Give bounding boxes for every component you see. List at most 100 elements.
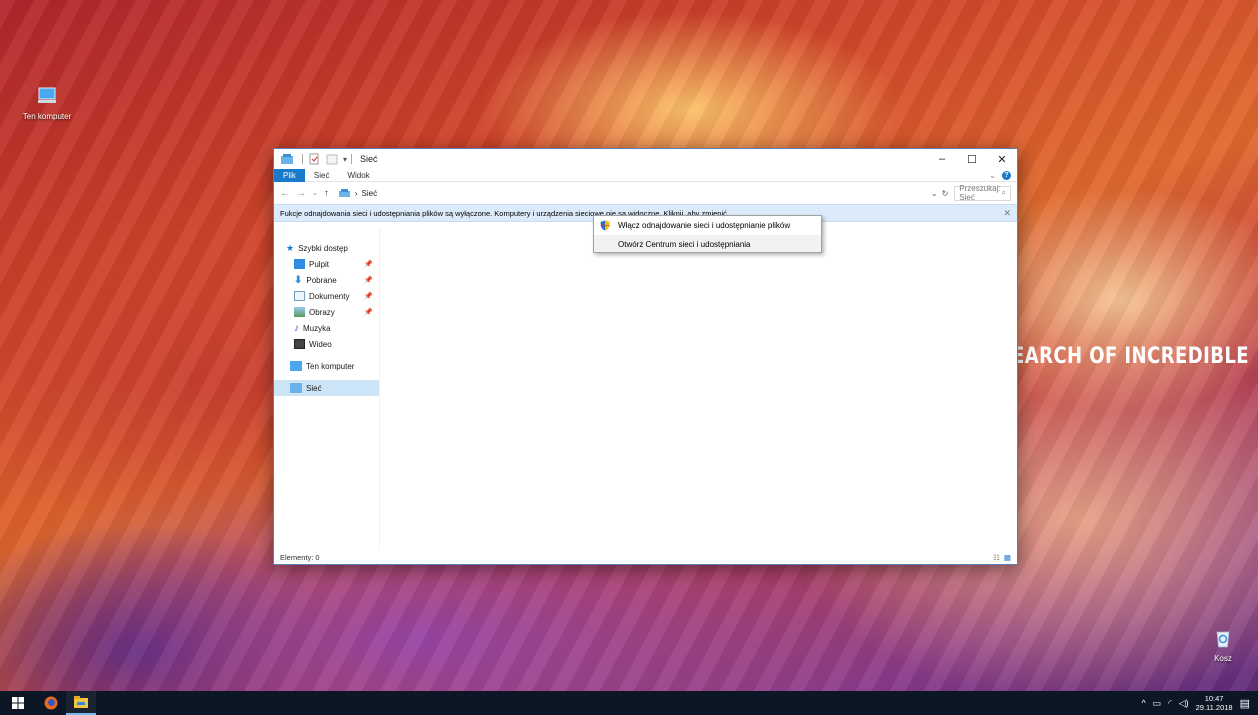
star-icon: ★: [286, 242, 295, 253]
back-button[interactable]: ←: [280, 188, 290, 199]
separator: [351, 154, 353, 164]
expand-ribbon-icon[interactable]: ⌄: [989, 171, 996, 180]
breadcrumb-separator: ›: [354, 188, 358, 198]
item-count: Elementy: 0: [280, 552, 320, 562]
pin-icon: 📌: [364, 277, 373, 284]
nav-label: Szybki dostęp: [298, 243, 348, 253]
documents-icon: [294, 291, 305, 301]
help-icon[interactable]: ?: [1002, 170, 1011, 180]
close-infobar-icon[interactable]: ✕: [1003, 208, 1011, 219]
network-icon: [290, 383, 302, 393]
nav-quick-access[interactable]: ★ Szybki dostęp: [274, 240, 379, 256]
desktop-icon-label: Kosz: [1214, 654, 1232, 663]
separator: [302, 154, 303, 164]
show-hidden-icons[interactable]: ^: [1141, 698, 1145, 708]
nav-label: Muzyka: [303, 323, 331, 333]
wallpaper-text: EARCH OF INCREDIBLE: [1012, 344, 1250, 369]
nav-item-desktop[interactable]: Pulpit 📌: [274, 256, 379, 272]
nav-item-videos[interactable]: Wideo: [274, 336, 379, 352]
infobar-context-menu: Włącz odnajdowanie sieci i udostępnianie…: [593, 215, 822, 253]
close-button[interactable]: ✕: [987, 149, 1017, 169]
nav-label: Dokumenty: [309, 291, 350, 301]
window-body: ★ Szybki dostęp Pulpit 📌 ⬇ Pobrane 📌 Dok…: [274, 228, 1017, 550]
taskbar-file-explorer[interactable]: [66, 691, 96, 715]
explorer-window[interactable]: ▾ Sieć – ☐ ✕ Plik Sieć Widok ⌄ ? ← → ⌄ ↑…: [273, 148, 1018, 565]
nav-this-pc[interactable]: Ten komputer: [274, 358, 379, 374]
title-bar[interactable]: ▾ Sieć – ☐ ✕: [274, 149, 1017, 169]
nav-label: Pobrane: [306, 275, 337, 285]
pictures-icon: [294, 307, 305, 317]
computer-icon: [290, 361, 302, 371]
navigation-pane: ★ Szybki dostęp Pulpit 📌 ⬇ Pobrane 📌 Dok…: [274, 228, 380, 550]
volume-icon[interactable]: ◁): [1179, 698, 1189, 709]
file-explorer-icon: [74, 696, 88, 708]
music-note-icon: ♪: [294, 322, 299, 334]
pin-icon: 📌: [364, 261, 373, 268]
video-icon: [294, 339, 305, 349]
tab-network[interactable]: Sieć: [305, 169, 339, 182]
details-view-icon[interactable]: ☷: [993, 553, 1000, 562]
desktop-icon-this-pc[interactable]: Ten komputer: [12, 85, 82, 121]
nav-network[interactable]: Sieć: [274, 380, 379, 396]
tab-file[interactable]: Plik: [274, 168, 305, 182]
network-tray-icon[interactable]: ◜: [1168, 698, 1172, 709]
pin-icon: 📌: [364, 293, 373, 300]
desktop-folder-icon: [294, 259, 305, 269]
status-bar: Elementy: 0 ☷ ▦: [274, 550, 1017, 564]
refresh-icon[interactable]: ↻: [942, 189, 949, 198]
menu-item-open-network-center[interactable]: Otwórz Centrum sieci i udostępniania: [594, 235, 821, 254]
uac-shield-icon: [600, 220, 610, 231]
search-icon: ⌕: [1001, 188, 1006, 197]
recycle-bin-icon: [1216, 631, 1230, 648]
forward-button[interactable]: →: [296, 188, 306, 199]
quick-access-toolbar-dropdown-icon[interactable]: ▾: [343, 155, 347, 164]
nav-label: Obrazy: [309, 307, 335, 317]
nav-label: Wideo: [309, 339, 332, 349]
battery-icon[interactable]: ▭: [1153, 698, 1162, 709]
search-placeholder: Przeszukaj: Sieć: [959, 184, 1001, 202]
clock[interactable]: 10:47 29.11.2018: [1196, 694, 1233, 712]
start-icon: [12, 697, 24, 709]
date: 29.11.2018: [1195, 703, 1233, 712]
nav-label: Pulpit: [309, 259, 330, 269]
desktop-icon-label: Ten komputer: [22, 112, 72, 121]
menu-item-enable-discovery[interactable]: Włącz odnajdowanie sieci i udostępnianie…: [594, 216, 821, 235]
menu-item-label: Włącz odnajdowanie sieci i udostępnianie…: [618, 221, 791, 230]
large-icons-view-icon[interactable]: ▦: [1004, 553, 1011, 562]
address-row: ← → ⌄ ↑ › Sieć ⌄ ↻ Przeszukaj: Sieć ⌕: [274, 182, 1017, 204]
address-dropdown-icon[interactable]: ⌄: [931, 189, 938, 198]
address-bar[interactable]: › Sieć: [334, 186, 925, 200]
breadcrumb-network[interactable]: Sieć: [362, 189, 378, 198]
nav-label: Sieć: [306, 383, 322, 393]
desktop-icon-recycle-bin[interactable]: Kosz: [1188, 627, 1258, 663]
content-area[interactable]: [380, 228, 1017, 550]
taskbar-firefox[interactable]: [36, 691, 66, 715]
nav-item-pictures[interactable]: Obrazy 📌: [274, 304, 379, 320]
action-center-icon[interactable]: ▤: [1240, 697, 1250, 710]
tab-view[interactable]: Widok: [338, 169, 378, 182]
system-tray: ^ ▭ ◜ ◁) 10:47 29.11.2018 ▤: [1141, 694, 1258, 712]
time: 10:47: [1204, 694, 1224, 703]
new-folder-icon[interactable]: [325, 153, 339, 165]
properties-icon[interactable]: [307, 153, 321, 165]
firefox-icon: [44, 696, 58, 710]
ribbon-tabs: Plik Sieć Widok ⌄ ?: [274, 168, 1017, 182]
nav-label: Ten komputer: [306, 361, 355, 371]
search-box[interactable]: Przeszukaj: Sieć ⌕: [954, 184, 1011, 202]
network-icon: [338, 189, 350, 197]
nav-item-documents[interactable]: Dokumenty 📌: [274, 288, 379, 304]
pin-icon: 📌: [364, 309, 373, 316]
nav-item-downloads[interactable]: ⬇ Pobrane 📌: [274, 272, 379, 288]
start-button[interactable]: [0, 691, 36, 715]
nav-item-music[interactable]: ♪ Muzyka: [274, 320, 379, 336]
taskbar: ^ ▭ ◜ ◁) 10:47 29.11.2018 ▤: [0, 691, 1258, 715]
window-title: Sieć: [360, 154, 378, 164]
up-button[interactable]: ↑: [324, 188, 329, 199]
computer-icon: [38, 87, 56, 103]
maximize-button[interactable]: ☐: [957, 149, 987, 169]
minimize-button[interactable]: –: [927, 149, 957, 169]
recent-locations-icon[interactable]: ⌄: [312, 189, 318, 197]
download-arrow-icon: ⬇: [294, 274, 303, 286]
menu-item-label: Otwórz Centrum sieci i udostępniania: [618, 240, 751, 249]
network-folder-icon: [281, 154, 293, 164]
